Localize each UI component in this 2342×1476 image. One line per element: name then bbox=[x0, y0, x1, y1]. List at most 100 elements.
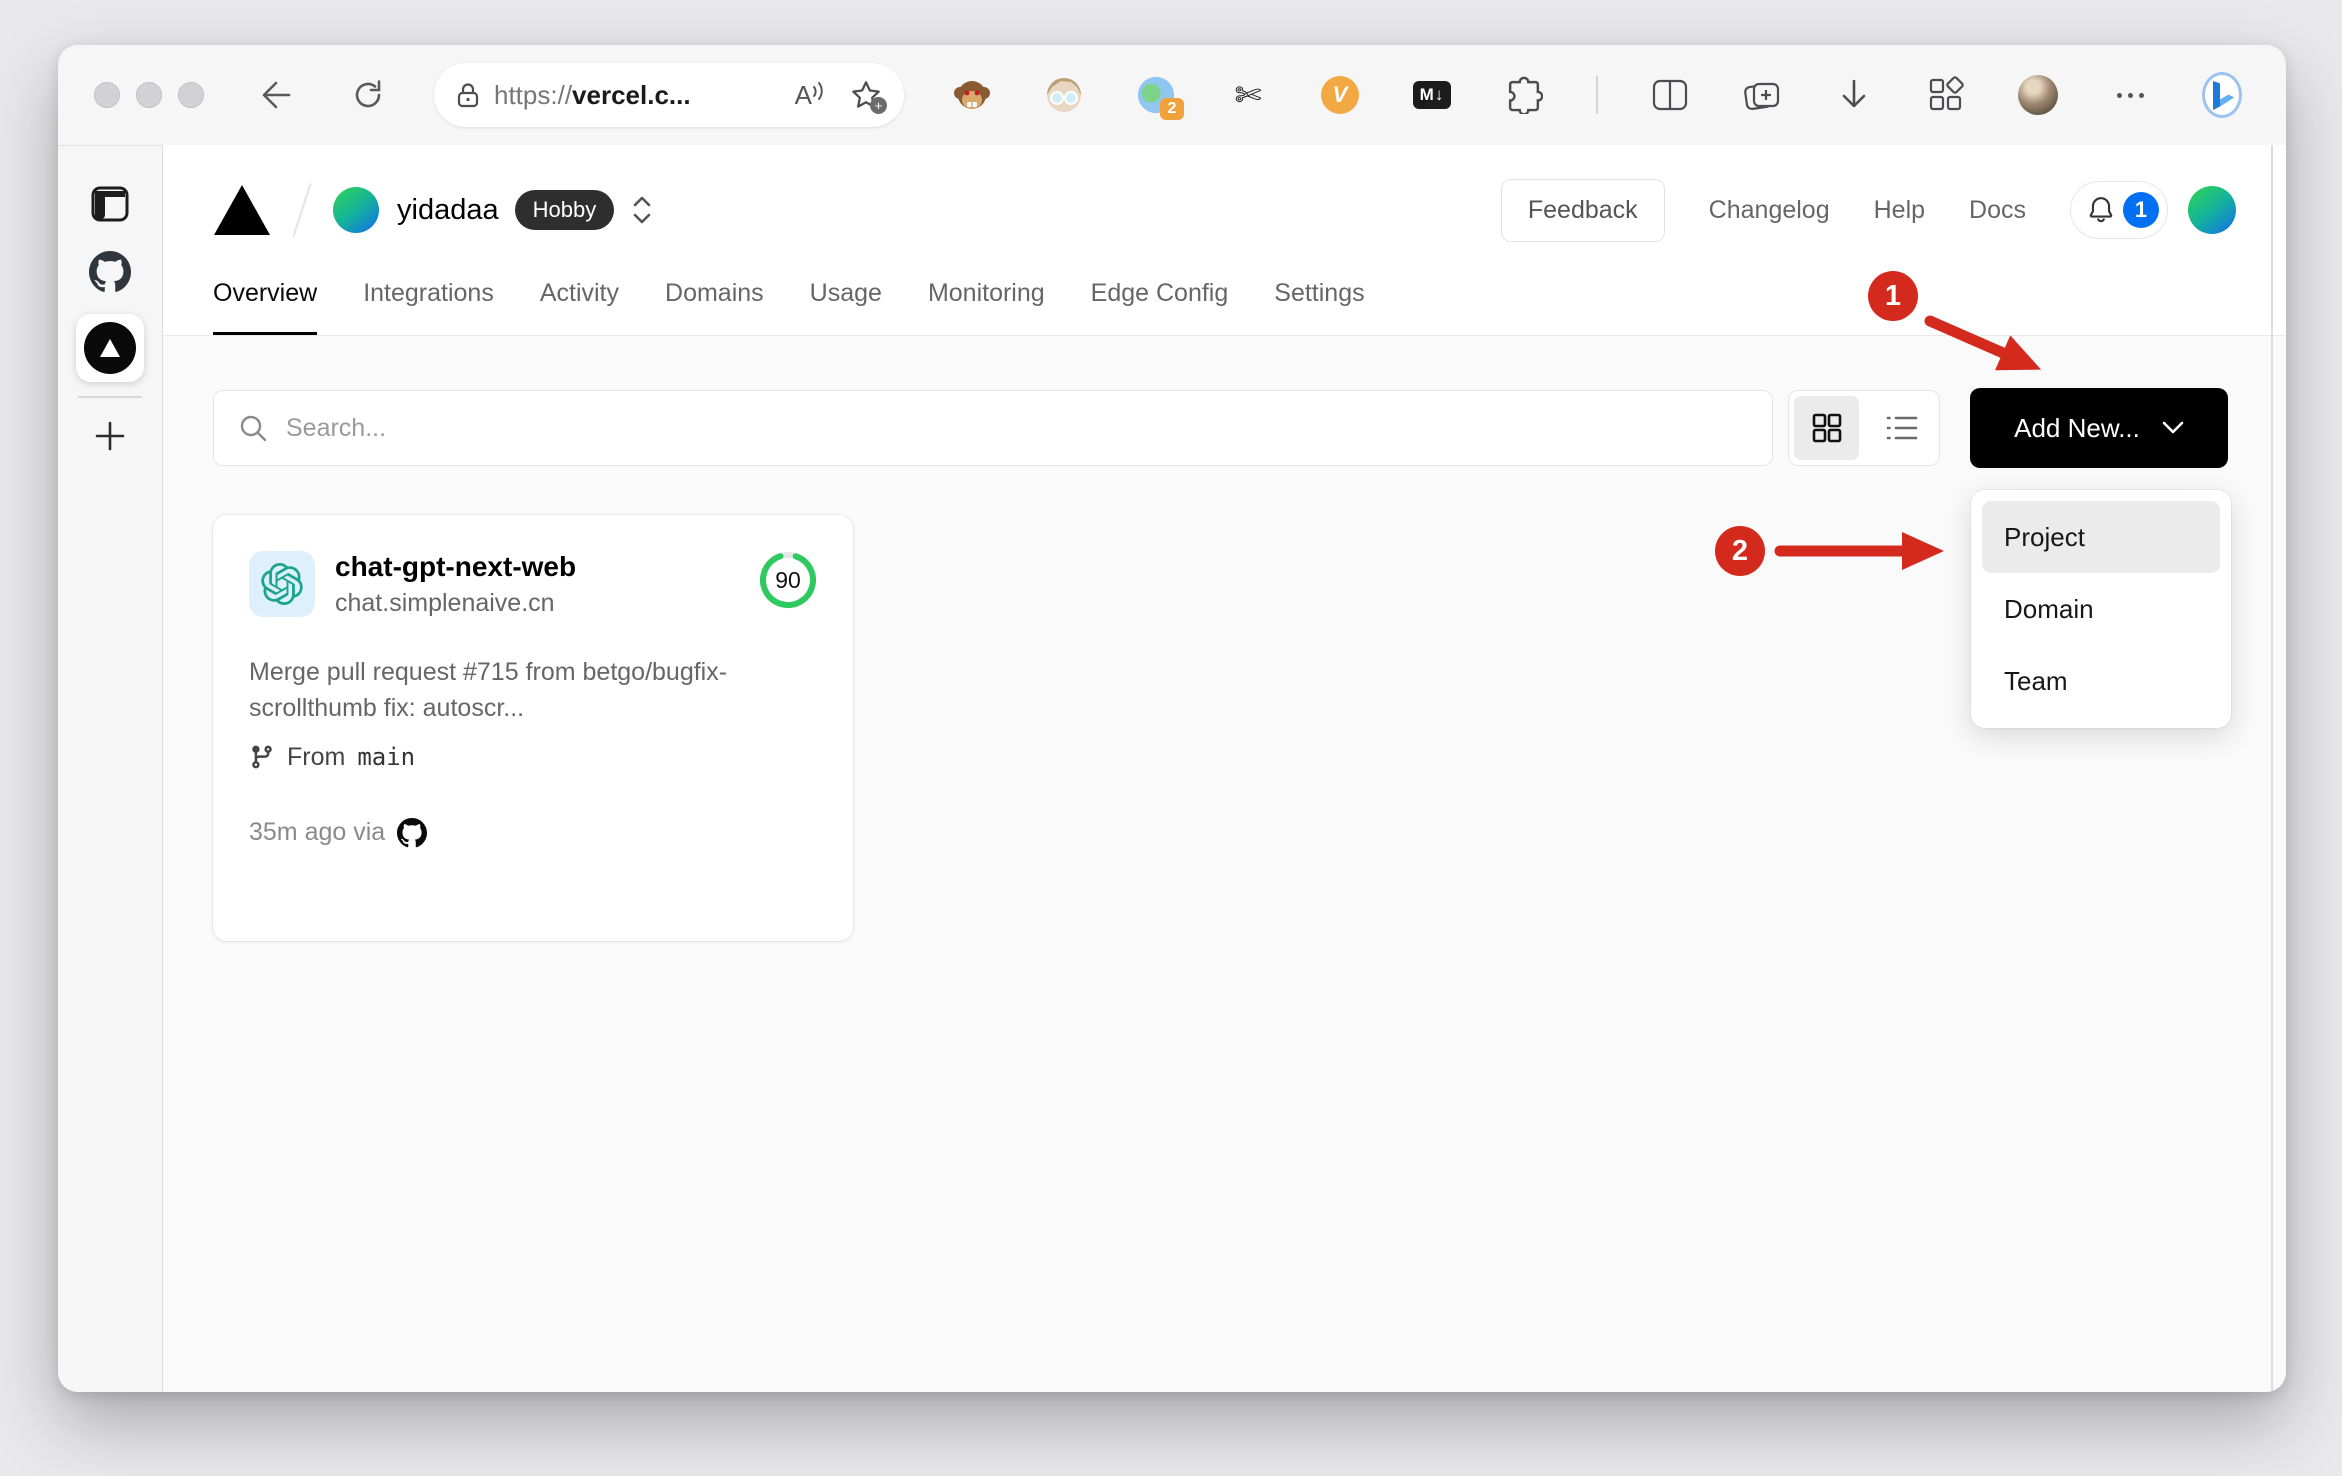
read-aloud-button[interactable]: A bbox=[795, 80, 826, 111]
score-value: 90 bbox=[775, 566, 801, 593]
grid-view-button[interactable] bbox=[1794, 396, 1859, 460]
apps-button[interactable] bbox=[1926, 75, 1966, 115]
browser-window: https://vercel.c... A + 2 ✄ V M↓ yidadaa… bbox=[58, 45, 2286, 1392]
tab-monitoring[interactable]: Monitoring bbox=[928, 279, 1045, 335]
browser-toolbar: https://vercel.c... A + 2 ✄ V M↓ bbox=[58, 45, 2286, 145]
ellipsis-icon bbox=[2116, 92, 2144, 98]
extension-icons: 2 ✄ V M↓ bbox=[952, 72, 2250, 120]
github-source-icon bbox=[397, 817, 428, 847]
search-input[interactable] bbox=[286, 413, 1748, 443]
toggle-vertical-tabs-button[interactable] bbox=[80, 174, 140, 234]
refresh-button[interactable] bbox=[348, 75, 388, 115]
tab-manager-extension-button[interactable]: 2 bbox=[1136, 75, 1184, 120]
dropdown-item-domain[interactable]: Domain bbox=[1982, 573, 2220, 645]
page-url: https://vercel.c... bbox=[494, 79, 691, 110]
team-name: yidadaa bbox=[397, 193, 499, 226]
breadcrumb-divider bbox=[292, 183, 312, 237]
vercel-favicon bbox=[84, 322, 136, 374]
user-avatar[interactable] bbox=[2188, 186, 2236, 234]
download-icon bbox=[1842, 79, 1866, 108]
notification-count-badge: 1 bbox=[2123, 192, 2159, 228]
markdown-extension-button[interactable]: M↓ bbox=[1412, 75, 1452, 115]
address-bar[interactable]: https://vercel.c... A + bbox=[434, 63, 904, 127]
toolbar-divider bbox=[1596, 76, 1598, 114]
profile-avatar-button[interactable] bbox=[2018, 75, 2058, 115]
github-icon bbox=[89, 251, 131, 292]
refresh-icon bbox=[355, 80, 381, 108]
dashboard-header: yidadaa Hobby Feedback Changelog Help Do… bbox=[163, 145, 2286, 253]
tab-domains[interactable]: Domains bbox=[665, 279, 764, 335]
deploy-meta: 35m ago via bbox=[249, 818, 386, 846]
tab-usage[interactable]: Usage bbox=[810, 279, 882, 335]
project-domain[interactable]: chat.simplenaive.cn bbox=[335, 589, 576, 618]
nav-link-help[interactable]: Help bbox=[1874, 196, 1925, 225]
copilot-button[interactable] bbox=[2202, 72, 2242, 118]
tab-overview[interactable]: Overview bbox=[213, 279, 318, 335]
traffic-lights bbox=[94, 82, 204, 108]
vimium-icon: V bbox=[1321, 76, 1359, 114]
split-screen-button[interactable] bbox=[1650, 75, 1690, 115]
feedback-button[interactable]: Feedback bbox=[1500, 178, 1665, 242]
chevron-down-icon bbox=[2162, 421, 2184, 434]
score-ring: 90 bbox=[759, 551, 817, 609]
notifications-button[interactable]: 1 bbox=[2070, 181, 2168, 239]
apps-grid-icon bbox=[1929, 76, 1964, 111]
add-favorite-button[interactable]: + bbox=[850, 79, 887, 114]
sidebar-divider bbox=[78, 396, 142, 398]
tab-edge-config[interactable]: Edge Config bbox=[1091, 279, 1229, 335]
add-new-button[interactable]: Add New... bbox=[1970, 388, 2228, 468]
read-aloud-letter: A bbox=[794, 79, 812, 110]
bing-icon bbox=[2202, 72, 2242, 118]
extensions-menu-button[interactable] bbox=[1504, 75, 1544, 115]
dropdown-item-project[interactable]: Project bbox=[1982, 501, 2220, 573]
tab-count-badge: 2 bbox=[1160, 98, 1184, 120]
plus-icon bbox=[95, 421, 125, 451]
list-view-icon bbox=[1886, 416, 1917, 440]
zoom-button[interactable] bbox=[178, 82, 204, 108]
bell-icon bbox=[2089, 197, 2113, 223]
monkey-extension-button[interactable] bbox=[952, 75, 992, 115]
back-arrow-icon bbox=[262, 81, 291, 109]
collections-button[interactable] bbox=[1742, 75, 1782, 115]
downloads-button[interactable] bbox=[1834, 75, 1874, 115]
scrollbar-track[interactable] bbox=[2271, 145, 2273, 1392]
dashboard-tabs: Overview Integrations Activity Domains U… bbox=[163, 253, 2286, 336]
list-view-button[interactable] bbox=[1869, 396, 1934, 460]
plan-badge: Hobby bbox=[514, 190, 615, 230]
vimium-extension-button[interactable]: V bbox=[1320, 75, 1360, 115]
tab-settings[interactable]: Settings bbox=[1274, 279, 1364, 335]
read-aloud-waves-icon bbox=[813, 81, 823, 100]
nav-link-changelog[interactable]: Changelog bbox=[1709, 196, 1830, 225]
add-new-label: Add New... bbox=[2014, 412, 2140, 443]
annotation-step-1: 1 bbox=[1868, 271, 1918, 321]
avatar-extension-button[interactable] bbox=[1044, 75, 1084, 115]
branch-label: From bbox=[287, 742, 346, 771]
scissors-icon: ✄ bbox=[1234, 76, 1262, 114]
tab-integrations[interactable]: Integrations bbox=[363, 279, 494, 335]
tab-github[interactable] bbox=[80, 242, 140, 302]
view-toggle bbox=[1788, 390, 1940, 466]
cat-avatar bbox=[2018, 75, 2058, 115]
back-button[interactable] bbox=[256, 75, 296, 115]
search-icon bbox=[240, 415, 267, 442]
branch-name: main bbox=[357, 743, 416, 771]
search-field bbox=[213, 390, 1773, 466]
team-switcher[interactable] bbox=[632, 194, 652, 226]
new-tab-button[interactable] bbox=[80, 406, 140, 466]
overview-content: Add New... Project Domain Team ch bbox=[163, 336, 2286, 1392]
sidebar-panel-icon bbox=[91, 186, 129, 222]
dropdown-item-team[interactable]: Team bbox=[1982, 645, 2220, 717]
settings-menu-button[interactable] bbox=[2110, 75, 2150, 115]
clipper-extension-button[interactable]: ✄ bbox=[1228, 75, 1268, 115]
tab-activity[interactable]: Activity bbox=[540, 279, 619, 335]
split-screen-icon bbox=[1652, 79, 1688, 111]
chevron-updown-icon bbox=[633, 196, 651, 224]
vertical-tabs-sidebar bbox=[58, 145, 163, 1392]
nav-link-docs[interactable]: Docs bbox=[1969, 196, 2026, 225]
git-branch-icon bbox=[252, 745, 272, 769]
minimize-button[interactable] bbox=[136, 82, 162, 108]
close-button[interactable] bbox=[94, 82, 120, 108]
commit-message: Merge pull request #715 from betgo/bugfi… bbox=[249, 658, 728, 723]
project-card[interactable]: chat-gpt-next-web chat.simplenaive.cn 90… bbox=[213, 515, 853, 941]
tab-vercel-active[interactable] bbox=[76, 314, 144, 382]
